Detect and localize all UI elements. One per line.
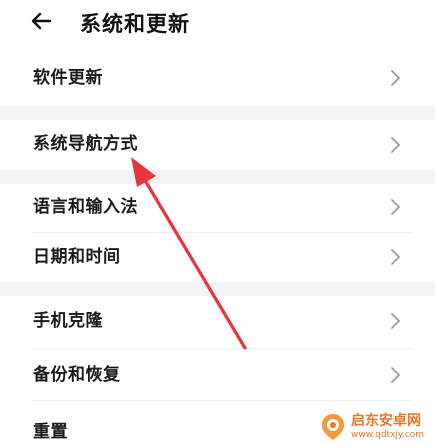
watermark: 启东安卓网 www.qdtxjy.com [318,408,435,445]
divider [33,348,413,349]
section-gap [0,106,435,120]
back-button[interactable] [28,8,54,34]
menu-item-label: 软件更新 [33,68,103,88]
divider [33,400,413,401]
watermark-url: www.qdtxjy.com [351,429,425,440]
back-arrow-icon [31,12,52,30]
menu-item-label: 重置 [33,422,68,442]
chevron-right-icon [391,137,400,153]
menu-item-label: 备份和恢复 [33,365,121,385]
menu-item-label: 日期和时间 [33,247,121,267]
chevron-right-icon [391,199,400,215]
watermark-name: 启东安卓网 [351,412,421,429]
menu-item-system-navigation[interactable]: 系统导航方式 [0,120,435,170]
menu-item-date-time[interactable]: 日期和时间 [0,234,435,280]
chevron-right-icon [391,313,400,329]
page-title: 系统和更新 [80,12,190,36]
chevron-right-icon [391,367,400,383]
chevron-right-icon [391,70,400,86]
menu-item-label: 手机克隆 [33,311,103,331]
menu-item-software-update[interactable]: 软件更新 [0,56,435,100]
divider [33,232,413,233]
chevron-right-icon [391,249,400,265]
menu-item-phone-clone[interactable]: 手机克隆 [0,296,435,346]
section-gap [0,282,435,296]
watermark-logo-icon [322,413,344,440]
menu-item-backup-restore[interactable]: 备份和恢复 [0,352,435,398]
app-header: 系统和更新 [0,0,435,50]
menu-item-label: 语言和输入法 [33,197,138,217]
menu-item-language-input[interactable]: 语言和输入法 [0,184,435,230]
menu-item-label: 系统导航方式 [33,134,138,154]
section-gap [0,170,435,184]
